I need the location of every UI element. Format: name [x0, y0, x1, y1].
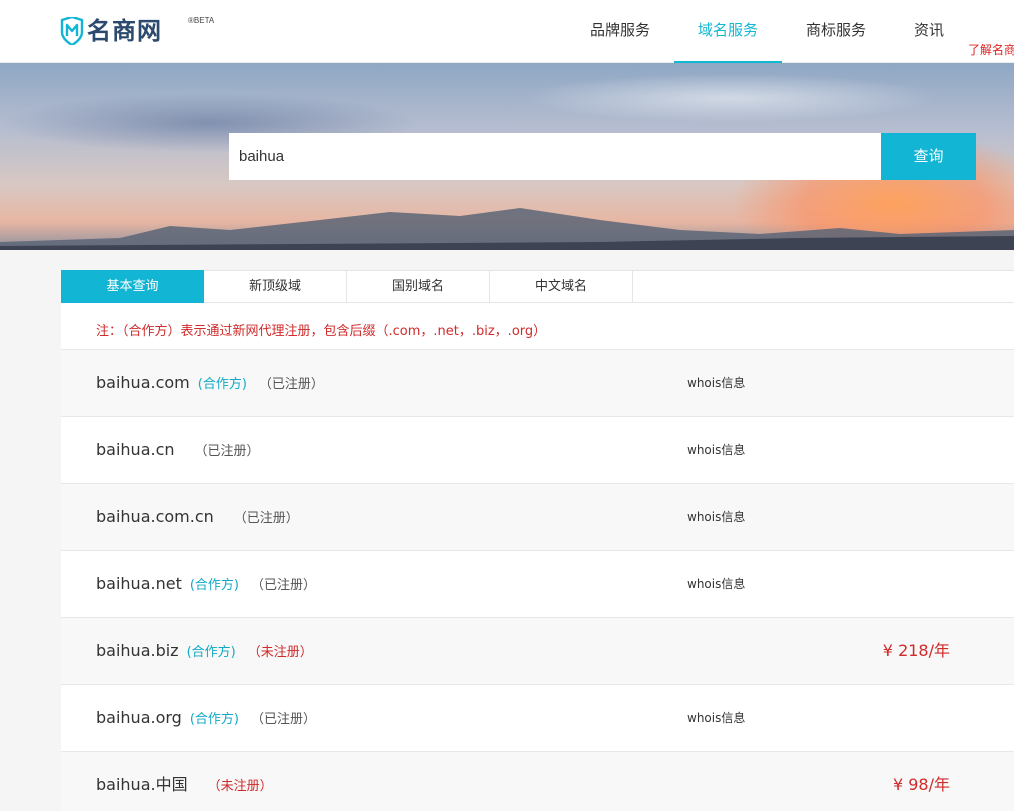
tab-country-domain[interactable]: 国别域名 [347, 270, 490, 303]
results-list: baihua.com (合作方) （已注册） whois信息 baihua.cn （已… [61, 349, 1014, 811]
result-domain: baihua.biz (合作方) （未注册） [96, 618, 313, 686]
domain-name: baihua.org [96, 708, 182, 727]
nav-item-news[interactable]: 资讯 [890, 0, 968, 63]
logo-beta-badge: ®BETA [188, 16, 215, 25]
result-row: baihua.com.cn （已注册） whois信息 [61, 483, 1014, 550]
tabs-filler [633, 270, 1014, 302]
nav-item-trademark[interactable]: 商标服务 [782, 0, 890, 63]
status-badge: （已注册） [258, 377, 324, 392]
result-domain: baihua.com (合作方) （已注册） [96, 350, 324, 418]
partner-tag: (合作方) [197, 377, 247, 392]
result-domain: baihua.org (合作方) （已注册） [96, 685, 316, 753]
price: ¥ 218/年 [882, 641, 950, 660]
nav-item-domain[interactable]: 域名服务 [674, 0, 783, 63]
status-badge: （未注册） [207, 779, 273, 794]
tab-basic-query[interactable]: 基本查询 [61, 270, 204, 303]
partner-note: 注：（合作方）表示通过新网代理注册，包含后缀（.com，.net，.biz，.o… [96, 324, 547, 339]
result-row: baihua.biz (合作方) （未注册） ¥ 218/年 [61, 617, 1014, 684]
domain-name: baihua.com [96, 373, 190, 392]
search-banner: 查询 [0, 63, 1014, 250]
status-badge: （未注册） [247, 645, 313, 660]
logo-text: 名商网 [87, 17, 162, 45]
whois-link[interactable]: whois信息 [687, 551, 745, 617]
whois-link[interactable]: whois信息 [687, 685, 745, 751]
result-domain: baihua.net (合作方) （已注册） [96, 551, 316, 619]
query-tabs: 基本查询 新顶级域 国别域名 中文域名 [61, 270, 1014, 303]
whois-link[interactable]: whois信息 [687, 484, 745, 550]
result-row: baihua.com (合作方) （已注册） whois信息 [61, 349, 1014, 416]
status-badge: （已注册） [194, 444, 260, 459]
result-row: baihua.org (合作方) （已注册） whois信息 [61, 684, 1014, 751]
result-row: baihua.中国 （未注册） ¥ 98/年 [61, 751, 1014, 811]
domain-name: baihua.com.cn [96, 507, 214, 526]
banner-cloud [520, 73, 940, 123]
nav-item-brand[interactable]: 品牌服务 [566, 0, 674, 63]
domain-name: baihua.net [96, 574, 182, 593]
result-domain: baihua.中国 （未注册） [96, 752, 273, 811]
result-row: baihua.cn （已注册） whois信息 [61, 416, 1014, 483]
status-badge: （已注册） [251, 578, 317, 593]
domain-search-input[interactable] [229, 133, 881, 180]
domain-name: baihua.中国 [96, 775, 188, 794]
price: ¥ 98/年 [892, 775, 950, 794]
search-button[interactable]: 查询 [881, 133, 976, 180]
banner-hills [0, 208, 1014, 250]
whois-link[interactable]: whois信息 [687, 417, 745, 483]
partner-tag: (合作方) [189, 712, 239, 727]
status-badge: （已注册） [233, 511, 299, 526]
site-logo[interactable]: 名商网 ®BETA [60, 14, 214, 48]
result-row: baihua.net (合作方) （已注册） whois信息 [61, 550, 1014, 617]
site-header: 名商网 ®BETA 品牌服务 域名服务 商标服务 资讯 了解名商 [0, 0, 1014, 63]
domain-name: baihua.cn [96, 440, 175, 459]
tab-new-tld[interactable]: 新顶级域 [204, 270, 347, 303]
logo-shield-icon [60, 17, 84, 45]
domain-name: baihua.biz [96, 641, 179, 660]
whois-link[interactable]: whois信息 [687, 350, 745, 416]
tab-chinese-domain[interactable]: 中文域名 [490, 270, 633, 303]
main-nav: 品牌服务 域名服务 商标服务 资讯 [566, 0, 968, 63]
result-domain: baihua.cn （已注册） [96, 417, 260, 485]
partner-tag: (合作方) [189, 578, 239, 593]
domain-results-panel: 基本查询 新顶级域 国别域名 中文域名 注：（合作方）表示通过新网代理注册，包含… [61, 270, 1014, 811]
result-domain: baihua.com.cn （已注册） [96, 484, 299, 552]
partner-tag: (合作方) [186, 645, 236, 660]
learn-more-link[interactable]: 了解名商 [968, 41, 1014, 58]
status-badge: （已注册） [250, 712, 316, 727]
